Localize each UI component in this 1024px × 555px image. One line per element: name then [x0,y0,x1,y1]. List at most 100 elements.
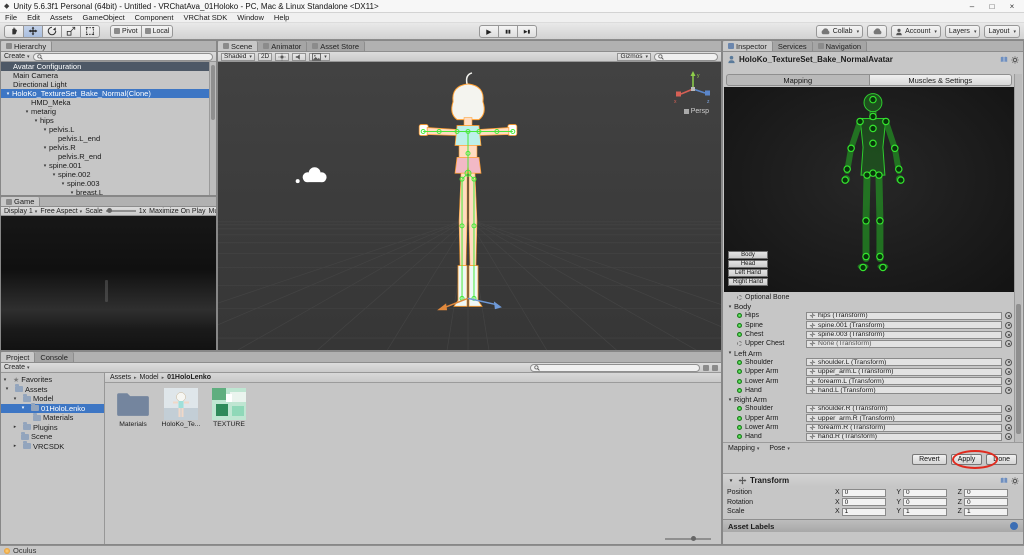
foldout-icon[interactable] [11,443,19,449]
hierarchy-row-metarig[interactable]: metarig [1,107,216,116]
foldout-icon[interactable] [23,109,31,115]
bone-object-field[interactable]: spine.003 (Transform) [806,330,1002,339]
revert-button[interactable]: Revert [912,454,947,465]
menu-vrchat-sdk[interactable]: VRChat SDK [178,13,232,22]
menu-component[interactable]: Component [130,13,179,22]
part-button-left-hand[interactable]: Left Hand [728,269,768,277]
bone-object-field[interactable]: hips (Transform) [806,311,1002,320]
bone-object-field[interactable]: hand.R (Transform) [806,432,1002,441]
scene-search-input[interactable] [654,52,718,61]
search-label-icon[interactable] [712,364,718,371]
tree-row-materials[interactable]: Materials [1,412,104,423]
play-button[interactable]: ▶ [479,25,499,38]
rotation-z-input[interactable] [963,498,1008,507]
tab-console[interactable]: Console [35,352,74,362]
asset-labels-bar[interactable]: Asset Labels [723,519,1023,532]
bone-object-field[interactable]: shoulder.L (Transform) [806,358,1002,367]
foldout-icon[interactable] [41,127,49,133]
hierarchy-row-breast-l[interactable]: breast.L [1,188,216,195]
part-button-right-hand[interactable]: Right Hand [728,278,768,286]
bone-object-field[interactable]: upper_arm.R (Transform) [806,414,1002,423]
search-filter-icon[interactable] [703,364,709,371]
tree-row-scene[interactable]: Scene [1,431,104,442]
scale-slider[interactable] [105,208,136,213]
scene-orientation-gizmo[interactable]: y x z [673,68,713,106]
scale-slider-thumb[interactable] [106,208,112,213]
tab-services[interactable]: Services [772,41,813,51]
tab-scene[interactable]: Scene [218,41,259,51]
scale-z-input[interactable] [963,507,1008,516]
transform-component-header[interactable]: Transform [723,473,1023,487]
local-toggle-button[interactable]: Local [140,24,174,38]
tab-animator[interactable]: Animator [258,41,308,51]
hierarchy-row-holoko-clone[interactable]: HoloKo_TextureSet_Bake_Normal(Clone) [1,89,216,98]
asset-item-materials[interactable]: Materials [113,388,153,428]
tab-navigation[interactable]: Navigation [812,41,868,51]
hierarchy-row-spine-002[interactable]: spine.002 [1,170,216,179]
menu-help[interactable]: Help [269,13,294,22]
foldout-icon[interactable] [727,478,735,484]
display-dropdown[interactable]: Display 1 [4,208,37,215]
hierarchy-row-main-camera[interactable]: Main Camera [1,71,216,80]
hierarchy-row-spine-003[interactable]: spine.003 [1,179,216,188]
rotation-x-input[interactable] [841,498,886,507]
rotation-y-input[interactable] [903,498,947,507]
layout-dropdown[interactable]: Layout [984,25,1020,38]
pivot-toggle-button[interactable]: Pivot [110,24,142,38]
hierarchy-create-dropdown[interactable]: Create [4,53,30,60]
project-search-input[interactable] [530,363,700,372]
object-picker-icon[interactable] [1005,386,1012,394]
object-picker-icon[interactable] [1005,405,1012,413]
asset-item-holoko-prefab[interactable]: HoloKo_Te... [161,388,201,428]
breadcrumb-model[interactable]: Model [140,374,165,381]
hierarchy-row-hips[interactable]: hips [1,116,216,125]
scale-y-input[interactable] [903,507,947,516]
position-z-input[interactable] [963,488,1008,497]
foldout-icon[interactable] [3,386,11,392]
rotate-tool-button[interactable] [42,24,62,38]
bone-object-field[interactable]: upper_arm.L (Transform) [806,367,1002,376]
object-picker-icon[interactable] [1005,377,1012,385]
slider-thumb[interactable] [691,536,696,541]
foldout-icon[interactable] [19,405,27,411]
mute-audio-toggle[interactable]: Mute Audio [209,208,216,215]
hierarchy-row-pelvis-l[interactable]: pelvis.L [1,125,216,134]
hierarchy-scrollbar[interactable] [209,62,216,195]
tree-row-01hololenko[interactable]: 01HoloLenko [1,403,104,413]
hierarchy-row-directional-light[interactable]: Directional Light [1,80,216,89]
object-picker-icon[interactable] [1005,433,1012,441]
inspector-scrollbar[interactable] [1014,74,1022,442]
object-picker-icon[interactable] [1005,340,1012,348]
done-button[interactable]: Done [986,454,1017,465]
account-dropdown[interactable]: Account [891,25,941,38]
foldout-icon[interactable] [726,304,734,310]
foldout-icon[interactable] [68,190,76,196]
scene-gizmos-dropdown[interactable]: Gizmos [617,52,651,61]
menu-window[interactable]: Window [232,13,269,22]
scrollbar-thumb[interactable] [211,65,215,120]
foldout-icon[interactable] [4,91,12,97]
maximize-on-play-toggle[interactable]: Maximize On Play [149,208,205,215]
foldout-icon[interactable] [726,350,734,356]
aspect-dropdown[interactable]: Free Aspect [40,208,82,215]
hand-tool-button[interactable] [4,24,24,38]
position-y-input[interactable] [903,488,947,497]
menu-file[interactable]: File [0,13,22,22]
object-picker-icon[interactable] [1005,312,1012,320]
scene-lighting-toggle[interactable] [275,52,290,61]
menu-edit[interactable]: Edit [22,13,45,22]
breadcrumb-01hololenko[interactable]: 01HoloLenko [167,374,214,381]
object-picker-icon[interactable] [1005,368,1012,376]
maximize-button[interactable]: □ [984,2,1000,11]
bone-object-field[interactable]: hand.L (Transform) [806,386,1002,395]
foldout-icon[interactable] [11,424,19,430]
gear-icon[interactable] [1011,55,1019,64]
draw-mode-dropdown[interactable]: Shaded [221,52,255,61]
asset-item-texture[interactable]: TEXTURE [209,388,249,428]
menu-gameobject[interactable]: GameObject [78,13,130,22]
bone-group-body[interactable]: Body [723,302,1014,311]
scene-audio-toggle[interactable] [292,52,307,61]
layers-dropdown[interactable]: Layers [944,25,981,38]
slider-track[interactable] [665,536,711,541]
foldout-icon[interactable] [1,377,9,383]
